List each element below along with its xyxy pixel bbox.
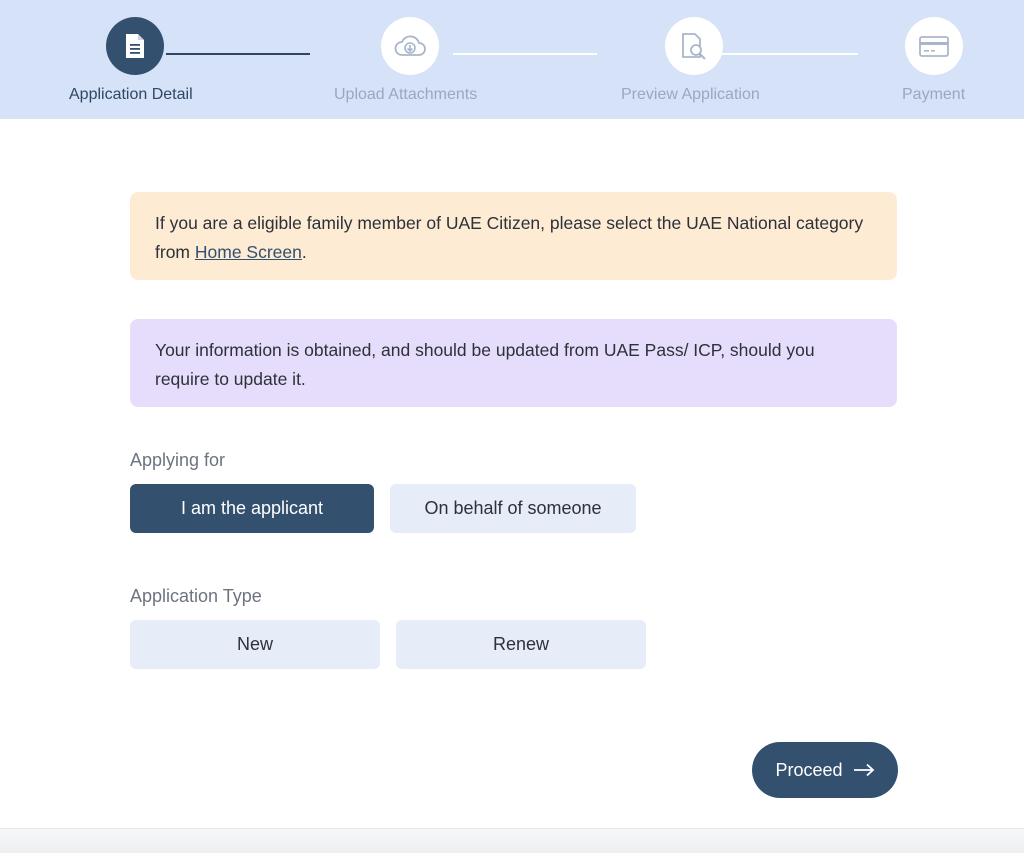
document-search-icon <box>682 33 706 60</box>
step-circle <box>106 17 164 75</box>
step-connector-3 <box>722 53 858 55</box>
bottom-edge <box>0 828 1024 853</box>
step-label: Upload Attachments <box>334 86 478 103</box>
proceed-label: Proceed <box>775 759 843 780</box>
step-circle <box>905 17 963 75</box>
step-label: Payment <box>902 86 966 103</box>
notice-text: Your information is obtained, and should… <box>155 340 815 389</box>
credit-card-icon <box>919 36 949 57</box>
applicant-self-button[interactable]: I am the applicant <box>130 484 374 533</box>
notice-period: . <box>301 242 307 262</box>
application-type-label: Application Type <box>130 586 262 606</box>
on-behalf-button[interactable]: On behalf of someone <box>390 484 636 533</box>
step-connector-1 <box>166 53 310 55</box>
type-new-button[interactable]: New <box>130 620 380 669</box>
cloud-upload-icon <box>394 35 426 56</box>
step-label: Preview Application <box>621 86 760 103</box>
document-icon <box>126 34 144 58</box>
progress-stepper: Application Detail Upload Attachments Pr… <box>0 0 1024 119</box>
home-screen-link[interactable]: Home Screen <box>195 242 302 262</box>
uae-pass-info-notice: Your information is obtained, and should… <box>130 319 897 407</box>
arrow-right-icon <box>853 763 874 777</box>
step-connector-2 <box>453 53 597 55</box>
applying-for-label: Applying for <box>130 450 226 470</box>
step-circle <box>665 17 723 75</box>
proceed-button[interactable]: Proceed <box>752 742 898 798</box>
family-member-notice: If you are a eligible family member of U… <box>130 192 897 280</box>
step-circle <box>381 17 439 75</box>
step-label: Application Detail <box>69 86 193 103</box>
application-form-page: Application Detail Upload Attachments Pr… <box>0 0 1024 853</box>
type-renew-button[interactable]: Renew <box>396 620 646 669</box>
